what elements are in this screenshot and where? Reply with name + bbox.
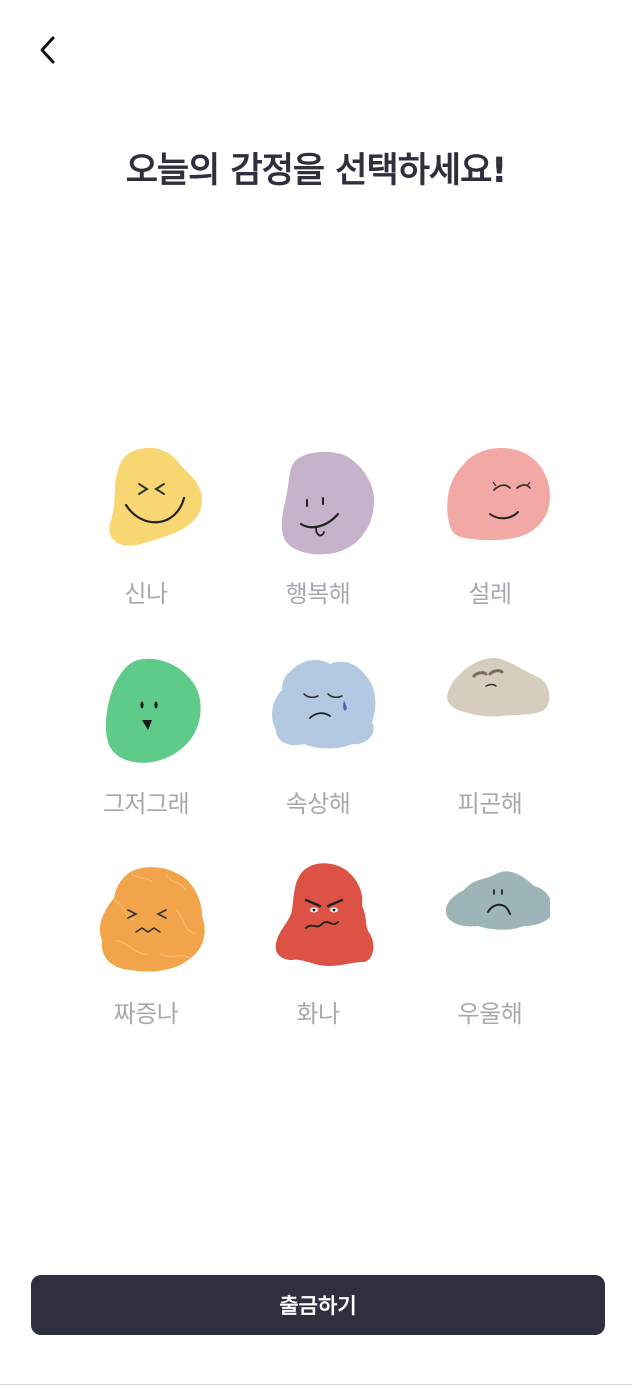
back-button[interactable]	[28, 28, 68, 72]
annoyed-face-icon	[99, 867, 205, 972]
page-title: 오늘의 감정을 선택하세요!	[125, 151, 508, 191]
chevron-left-icon	[40, 36, 55, 64]
depressed-face-icon	[445, 871, 550, 930]
emotion-label: 행복해	[285, 580, 351, 608]
emotion-label: 설레	[468, 580, 512, 608]
emotion-happy[interactable]: 행복해	[232, 440, 404, 630]
happy-blob	[281, 451, 374, 555]
emotion-fluttered[interactable]: 설레	[404, 440, 576, 630]
emotion-upset[interactable]: 속상해	[232, 650, 404, 840]
excited-blob	[109, 447, 202, 546]
emotion-label: 피곤해	[457, 790, 523, 818]
angry-face-icon	[275, 863, 374, 966]
emotion-label: 짜증나	[113, 1000, 179, 1028]
tired-face-icon	[447, 657, 550, 717]
emotion-label: 속상해	[285, 790, 351, 818]
upset-blob	[272, 660, 376, 749]
happy-face-icon	[281, 451, 374, 555]
emotion-angry[interactable]: 화나	[232, 860, 404, 1050]
emotion-annoyed[interactable]: 짜증나	[60, 860, 232, 1050]
excited-face-icon	[109, 447, 202, 546]
emotion-meh[interactable]: 그저그래	[60, 650, 232, 840]
bottom-divider	[0, 1384, 632, 1385]
withdraw-button[interactable]: 출금하기	[31, 1275, 605, 1335]
emotion-depressed[interactable]: 우울해	[404, 860, 576, 1050]
emotion-tired[interactable]: 피곤해	[404, 650, 576, 840]
emotion-label: 신나	[124, 580, 168, 608]
angry-blob	[275, 863, 374, 966]
tired-blob	[447, 657, 550, 717]
meh-blob	[105, 658, 201, 763]
emotion-excited[interactable]: 신나	[60, 440, 232, 630]
fluttered-blob	[447, 448, 550, 541]
emotion-label: 그저그래	[102, 790, 190, 818]
emotion-label: 우울해	[457, 1000, 523, 1028]
emotion-label: 화나	[296, 1000, 340, 1028]
fluttered-face-icon	[447, 448, 550, 541]
annoyed-blob	[99, 867, 205, 972]
depressed-blob	[445, 871, 550, 930]
meh-face-icon	[105, 658, 201, 763]
upset-face-icon	[272, 660, 376, 749]
